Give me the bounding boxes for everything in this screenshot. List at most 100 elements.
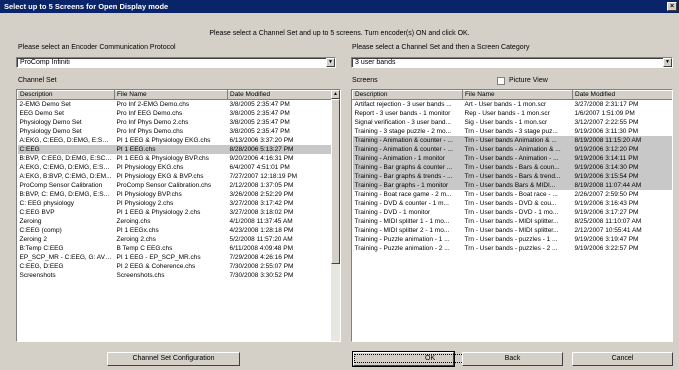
table-row[interactable]: B:Temp C:EEG B Temp C EEG.chs 6/11/2008 4:… <box>18 244 334 253</box>
cell-file-name: Zeroing 2.chs <box>116 236 156 243</box>
cell-date-modified: 8/19/2008 11:07:44 AM <box>572 181 672 190</box>
column-header-date-modified[interactable]: Date Modified <box>572 90 672 100</box>
cell-date-modified: 8/25/2008 11:10:07 AM <box>574 218 642 225</box>
table-row[interactable]: C:EEG (comp) PI 1 EEGx.chs 4/23/2008 1:28:… <box>18 226 334 235</box>
table-row[interactable]: C:EEG BVP PI 1 EEG & Physiology 2.chs 3/27… <box>18 208 334 217</box>
table-row[interactable]: Zeroing Zeroing.chs 4/1/2008 11:37:45 AM <box>18 217 334 226</box>
cell-file-name: Pro Inf Phys Demo.chs <box>116 128 183 135</box>
cell-date-modified: 3/8/2005 2:35:47 PM <box>229 128 290 135</box>
table-row[interactable]: Training - Boat race game - 2 m... Trn - … <box>353 190 673 199</box>
table-row[interactable]: ProComp Sensor Calibration ProComp Sensor… <box>18 181 334 190</box>
scroll-up-icon[interactable]: ▲ <box>331 90 340 99</box>
cell-date-modified: 7/30/2008 2:55:07 PM <box>229 263 294 270</box>
table-row[interactable]: Report - 3 user bands - 1 monitor Rep - U… <box>353 109 673 118</box>
ok-button[interactable]: OK <box>352 351 507 367</box>
table-row[interactable]: Training - DVD & counter - 1 m... Trn - U… <box>353 199 673 208</box>
cell-date-modified: 3/27/2008 3:17:42 PM <box>229 200 294 207</box>
column-header-description[interactable]: Description <box>17 90 115 100</box>
scroll-thumb[interactable] <box>331 99 340 264</box>
cell-file-name: Zeroing.chs <box>116 218 151 225</box>
table-row[interactable]: Physiology Demo Set Pro Inf Phys Demo 2.c… <box>18 118 334 127</box>
cell-description: B:BVP, C:EEG, D:EMG, E:SC, ... <box>19 155 115 162</box>
table-row[interactable]: B:BVP, C: EMG, D:EMG, E:SC, ... PI Physio… <box>18 190 334 199</box>
cell-description: ProComp Sensor Calibration <box>19 182 103 189</box>
table-row[interactable]: 2-EMG Demo Set Pro Inf 2-EMG Demo.chs 3/8/… <box>18 100 334 110</box>
cell-file-name: Pro Inf EEG Demo.chs <box>116 110 183 117</box>
table-row[interactable]: A:EKG, C:EMG, D:EMG, E:SC, ... PI Physiol… <box>18 163 334 172</box>
channel-set-label: Channel Set <box>18 77 57 84</box>
cell-date-modified: 4/1/2008 11:37:45 AM <box>229 218 293 225</box>
cell-description: C:EEG, D:EEG <box>19 263 64 270</box>
table-row[interactable]: Training - Puzzle animation - 2 ... Trn -… <box>353 244 673 253</box>
protocol-label: Please select an Encoder Communication P… <box>18 44 176 51</box>
channel-set-list[interactable]: Description File Name Date Modified 2-EM… <box>16 89 341 342</box>
table-row[interactable]: EP_SCP_MR - C:EEG, G: AV S... PI 1 EEG - … <box>18 253 334 262</box>
table-row[interactable]: Zeroing 2 Zeroing 2.chs 5/2/2008 11:57:20 … <box>18 235 334 244</box>
cell-file-name: Trn - User bands - Animation - ... <box>462 154 573 163</box>
cell-description: Training - MIDI splitter 2 - 1 mo... <box>354 227 450 234</box>
table-row[interactable]: Training - Puzzle animation - 1 ... Trn -… <box>353 235 673 244</box>
screens-list[interactable]: Description File Name Date Modified Arti… <box>351 89 673 342</box>
title-bar: Select up to 5 Screens for Open Display … <box>0 0 679 13</box>
table-row[interactable]: Artifact rejection - 3 user bands ... Art… <box>353 100 673 110</box>
cell-description: B:BVP, C: EMG, D:EMG, E:SC, ... <box>19 191 115 198</box>
cell-description: Training - DVD - 1 monitor <box>354 209 431 216</box>
cell-description: Training - Bar graphs & counter ... <box>352 163 463 172</box>
cell-date-modified: 3/27/2008 3:18:02 PM <box>229 209 294 216</box>
table-row[interactable]: B:BVP, C:EEG, D:EMG, E:SC, ... PI 1 EEG &… <box>18 154 334 163</box>
channel-set-scrollbar[interactable]: ▲ <box>331 90 340 341</box>
cell-file-name: Trn - User bands - DVD & cou... <box>464 200 557 207</box>
table-row[interactable]: Training - 3 stage puzzle - 2 mo... Trn -… <box>353 127 673 136</box>
table-row[interactable]: C:EEG, D:EEG PI 2 EEG & Coherence.chs 7/30… <box>18 262 334 271</box>
table-row[interactable]: Training - Bar graphs & counter ... Trn -… <box>352 163 672 172</box>
cell-description: Screenshots <box>19 272 56 279</box>
column-header-description[interactable]: Description <box>352 90 463 100</box>
column-header-date-modified[interactable]: Date Modified <box>227 90 334 100</box>
cell-description: C:EEG BVP <box>19 209 55 216</box>
cell-date-modified: 9/19/2006 3:17:27 PM <box>574 209 639 216</box>
table-row[interactable]: C:EEG PI 1 EEG.chs 8/28/2006 5:13:27 PM <box>17 145 334 154</box>
cell-date-modified: 3/8/2005 2:35:47 PM <box>229 110 290 117</box>
table-row[interactable]: EEG Demo Set Pro Inf EEG Demo.chs 3/8/2005… <box>18 109 334 118</box>
chevron-down-icon[interactable]: ▼ <box>663 58 672 67</box>
table-row[interactable]: A:EKG, B:BVP, C:EMG, D:EM... PI Physiolog… <box>18 172 334 181</box>
cell-description: 2-EMG Demo Set <box>19 101 71 108</box>
table-row[interactable]: Signal verification - 3 user band... Sig … <box>353 118 673 127</box>
channel-set-configuration-button[interactable]: Channel Set Configuration <box>107 352 240 366</box>
cell-date-modified: 4/23/2008 1:28:18 PM <box>229 227 294 234</box>
table-row[interactable]: Training - Animation & counter - ... Trn … <box>352 136 672 145</box>
table-row[interactable]: Training - Bar graphs - 1 monitor Trn - U… <box>352 181 672 190</box>
table-row[interactable]: Training - DVD - 1 monitor Trn - User ban… <box>353 208 673 217</box>
cell-file-name: PI 1 EEG & Physiology BVP.chs <box>116 155 209 162</box>
column-header-file-name[interactable]: File Name <box>462 90 573 100</box>
cell-date-modified: 3/8/2005 2:35:47 PM <box>229 119 290 126</box>
table-row[interactable]: Screenshots Screenshots.chs 7/30/2008 3:30… <box>18 271 334 280</box>
table-row[interactable]: Training - MIDI splitter 1 - 1 mo... Trn … <box>353 217 673 226</box>
cell-date-modified: 5/2/2008 11:57:20 AM <box>229 236 293 243</box>
cell-description: Training - Puzzle animation - 1 ... <box>354 236 450 243</box>
table-row[interactable]: Training - MIDI splitter 2 - 1 mo... Trn … <box>353 226 673 235</box>
cell-date-modified: 7/30/2008 3:30:52 PM <box>229 272 294 279</box>
cell-date-modified: 9/19/2006 3:19:47 PM <box>574 236 639 243</box>
back-button[interactable]: Back <box>462 352 563 366</box>
screen-category-dropdown[interactable]: 3 user bands ▼ <box>351 57 673 68</box>
cell-file-name: Trn - User bands - MIDI splitter... <box>464 227 559 234</box>
table-row[interactable]: C: EEG physiology PI Physiology 2.chs 3/27… <box>18 199 334 208</box>
table-row[interactable]: Physiology Demo Set Pro Inf Phys Demo.chs… <box>18 127 334 136</box>
cell-file-name: Screenshots.chs <box>116 272 165 279</box>
cancel-button[interactable]: Cancel <box>572 352 673 366</box>
cell-date-modified: 9/19/2006 3:14:11 PM <box>572 154 672 163</box>
cell-date-modified: 7/27/2007 12:18:19 PM <box>229 173 298 180</box>
cell-file-name: Trn - User bands - puzzles - 1 ... <box>464 236 558 243</box>
chevron-down-icon[interactable]: ▼ <box>326 58 335 67</box>
protocol-dropdown[interactable]: ProComp Infiniti ▼ <box>16 57 336 68</box>
column-header-file-name[interactable]: File Name <box>114 90 228 100</box>
table-row[interactable]: Training - Animation & counter - ... Trn … <box>352 145 672 154</box>
table-row[interactable]: Training - Bar graphs & trends - ... Trn … <box>352 172 672 181</box>
close-icon[interactable]: × <box>667 2 677 11</box>
cell-description: A:EKG, C:EEG, D:EMG, E:SC, ... <box>19 137 115 144</box>
cell-file-name: Trn - User bands - Animation & ... <box>462 145 573 154</box>
table-row[interactable]: A:EKG, C:EEG, D:EMG, E:SC, ... PI 1 EEG &… <box>18 136 334 145</box>
picture-view-checkbox[interactable] <box>497 77 505 85</box>
table-row[interactable]: Training - Animation - 1 monitor Trn - Us… <box>352 154 672 163</box>
